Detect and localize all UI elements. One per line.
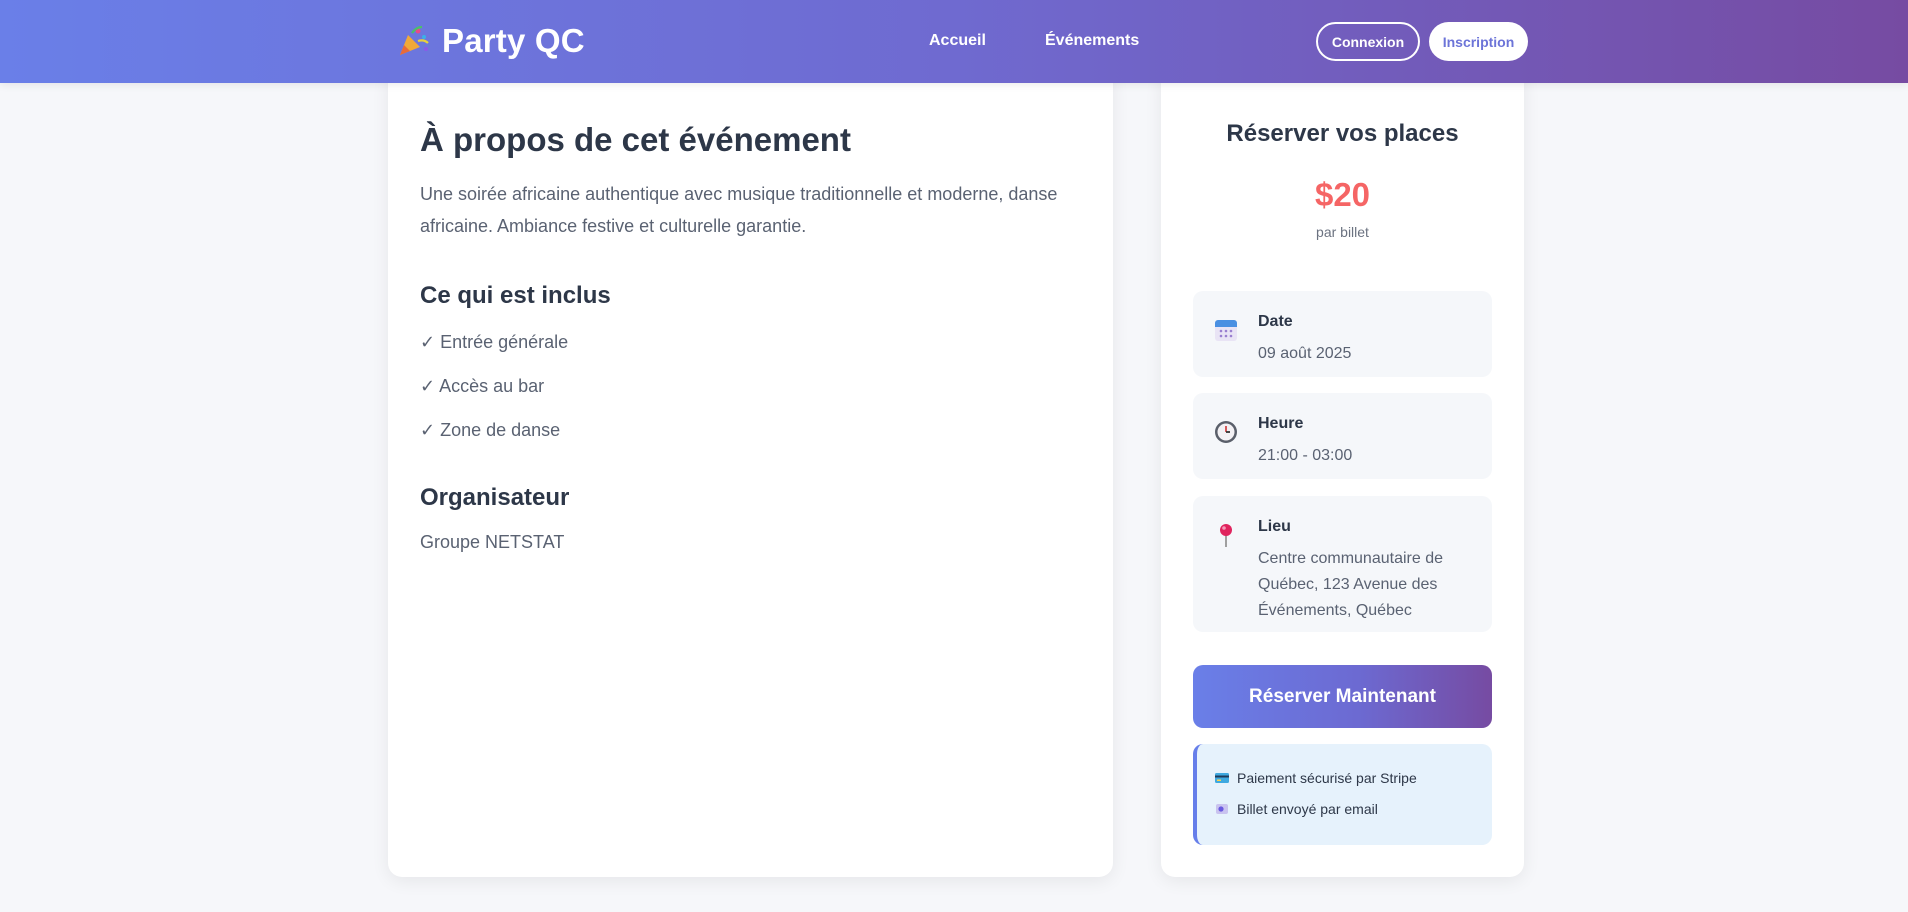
included-list: ✓ Entrée générale ✓ Accès au bar ✓ Zone …	[420, 330, 1083, 442]
time-info: Heure 21:00 - 03:00	[1193, 393, 1492, 479]
ticket-icon	[1216, 804, 1228, 814]
event-details-card: À propos de cet événement Une soirée afr…	[388, 68, 1113, 877]
about-title: À propos de cet événement	[420, 121, 851, 158]
pin-icon	[1220, 524, 1232, 547]
date-value: 09 août 2025	[1258, 345, 1352, 362]
booking-title: Réserver vos places	[1226, 120, 1459, 147]
place-value: Centre communautaire de Québec, 123 Aven…	[1258, 550, 1443, 619]
top-header: Party QC Accueil Événements Connexion In…	[0, 0, 1908, 83]
list-item: ✓ Zone de danse	[420, 420, 561, 440]
event-description: Une soirée africaine authentique avec mu…	[420, 184, 1058, 236]
ticket-price: $20	[1314, 176, 1371, 213]
login-button[interactable]: Connexion	[1316, 22, 1420, 61]
list-item: ✓ Accès au bar	[420, 376, 545, 396]
credit-card-icon	[1215, 773, 1229, 783]
place-label: Lieu	[1258, 518, 1291, 535]
signup-button[interactable]: Inscription	[1429, 22, 1528, 61]
clock-icon	[1215, 421, 1237, 443]
nav-accueil[interactable]: Accueil	[929, 32, 986, 50]
list-item: ✓ Entrée générale	[420, 332, 569, 352]
secure-info-box: Paiement sécurisé par Stripe Billet envo…	[1193, 744, 1492, 845]
price-note: par billet	[1316, 224, 1369, 240]
organizer-title: Organisateur	[420, 484, 570, 511]
email-note: Billet envoyé par email	[1215, 799, 1474, 819]
included-title: Ce qui est inclus	[420, 282, 611, 309]
calendar-icon	[1215, 320, 1237, 341]
party-popper-icon	[400, 25, 429, 55]
reserve-button[interactable]: Réserver Maintenant	[1193, 665, 1492, 728]
payment-note: Paiement sécurisé par Stripe	[1215, 768, 1474, 788]
brand-name: Party QC	[442, 22, 585, 59]
payment-note-text: Paiement sécurisé par Stripe	[1237, 770, 1417, 786]
organizer-name: Groupe NETSTAT	[420, 532, 565, 552]
place-info: Lieu Centre communautaire de Québec, 123…	[1193, 496, 1492, 632]
time-label: Heure	[1258, 415, 1304, 432]
time-value: 21:00 - 03:00	[1258, 447, 1353, 464]
email-note-text: Billet envoyé par email	[1237, 801, 1378, 817]
date-label: Date	[1258, 313, 1293, 330]
nav-evenements[interactable]: Événements	[1045, 32, 1139, 50]
date-info: Date 09 août 2025	[1193, 291, 1492, 377]
brand-logo[interactable]: Party QC	[396, 22, 585, 60]
